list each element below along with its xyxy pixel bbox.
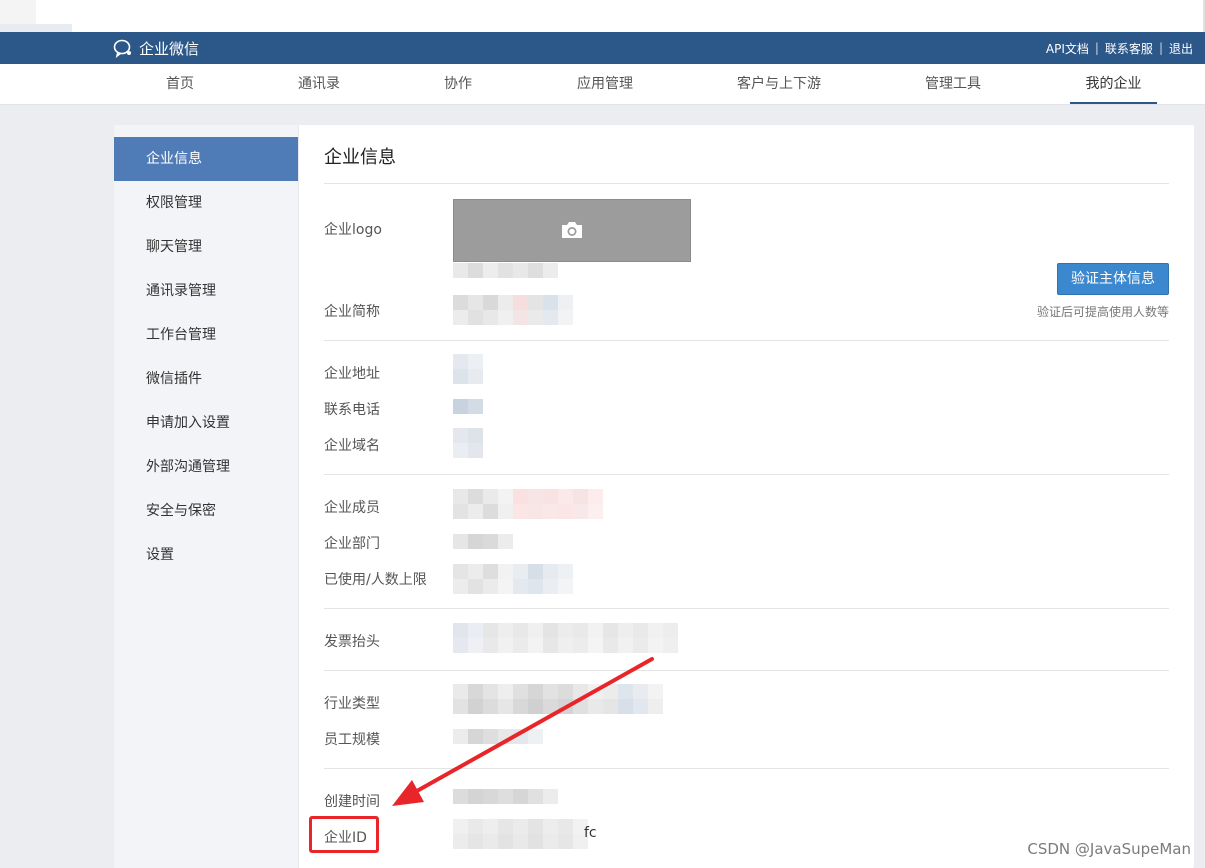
redacted-address [453, 354, 483, 384]
divider [324, 340, 1169, 341]
redacted-staff-size [453, 729, 543, 744]
divider [324, 768, 1169, 769]
link-separator: | [1158, 41, 1163, 55]
top-links: API文档 | 联系客服 | 退出 [1046, 32, 1193, 64]
divider [324, 183, 1169, 184]
logo-upload[interactable] [453, 199, 691, 262]
redacted-industry [453, 684, 663, 714]
divider [324, 474, 1169, 475]
sidebar-item-chat-management[interactable]: 聊天管理 [114, 225, 298, 269]
api-docs-link[interactable]: API文档 [1046, 40, 1089, 57]
sidebar-item-settings[interactable]: 设置 [114, 533, 298, 577]
nav-my-enterprise[interactable]: 我的企业 [1070, 64, 1157, 104]
browser-tab[interactable] [0, 0, 36, 24]
verify-note: 验证后可提高使用人数等 [1036, 305, 1169, 319]
sidebar-item-external-communication[interactable]: 外部沟通管理 [114, 445, 298, 489]
corp-id-highlight-box [309, 816, 379, 853]
camera-icon [562, 222, 582, 238]
browser-strip [0, 0, 1205, 33]
redacted-short-name [453, 295, 573, 325]
redacted-used-limit [453, 564, 573, 594]
label-address: 企业地址 [324, 366, 380, 382]
nav-customers[interactable]: 客户与上下游 [728, 64, 830, 104]
nav-home[interactable]: 首页 [150, 64, 210, 104]
link-separator: | [1094, 41, 1099, 55]
wework-logo-icon [113, 39, 131, 58]
redacted-value [453, 263, 558, 278]
corp-id-suffix: fc [584, 825, 597, 841]
label-phone: 联系电话 [324, 402, 380, 418]
top-header: 企业微信 API文档 | 联系客服 | 退出 [0, 32, 1205, 64]
redacted-phone [453, 399, 483, 414]
nav-contacts[interactable]: 通讯录 [284, 64, 354, 104]
label-created-time: 创建时间 [324, 794, 380, 810]
label-departments: 企业部门 [324, 536, 380, 552]
redacted-invoice [453, 623, 678, 653]
label-domain: 企业域名 [324, 438, 380, 454]
logout-link[interactable]: 退出 [1169, 40, 1193, 57]
redacted-domain [453, 428, 483, 458]
redacted-departments [453, 534, 513, 549]
sidebar-item-workbench[interactable]: 工作台管理 [114, 313, 298, 357]
watermark: CSDN @JavaSupeMan [1027, 840, 1191, 858]
app-logo[interactable]: 企业微信 [113, 37, 199, 59]
label-industry: 行业类型 [324, 696, 380, 712]
verify-entity-button[interactable]: 验证主体信息 [1057, 263, 1169, 295]
sidebar-item-wechat-plugin[interactable]: 微信插件 [114, 357, 298, 401]
app-title: 企业微信 [139, 39, 200, 58]
page-title: 企业信息 [324, 147, 396, 168]
redacted-created-time [453, 789, 558, 804]
nav-app-management[interactable]: 应用管理 [566, 64, 644, 104]
sidebar-item-enterprise-info[interactable]: 企业信息 [114, 137, 298, 181]
label-used-limit: 已使用/人数上限 [324, 572, 427, 588]
contact-support-link[interactable]: 联系客服 [1105, 40, 1153, 57]
redacted-corp-id [453, 819, 588, 849]
redacted-members [453, 489, 603, 519]
sidebar-item-contacts-management[interactable]: 通讯录管理 [114, 269, 298, 313]
label-short-name: 企业简称 [324, 304, 380, 320]
enterprise-info-content: 企业信息 企业logo 验证主体信息 验证后可提高使用人数等 企业简称 企业地址… [324, 125, 1169, 868]
label-members: 企业成员 [324, 500, 380, 516]
divider [324, 608, 1169, 609]
nav-collaboration[interactable]: 协作 [430, 64, 486, 104]
browser-tab-underline [0, 24, 72, 32]
sidebar-item-permissions[interactable]: 权限管理 [114, 181, 298, 225]
label-logo: 企业logo [324, 222, 382, 238]
main-nav: 首页 通讯录 协作 应用管理 客户与上下游 管理工具 我的企业 [0, 64, 1205, 105]
main-panel: 企业信息 权限管理 聊天管理 通讯录管理 工作台管理 微信插件 申请加入设置 外… [114, 125, 1194, 868]
nav-management-tools[interactable]: 管理工具 [914, 64, 992, 104]
label-invoice: 发票抬头 [324, 634, 380, 650]
sidebar-item-join-settings[interactable]: 申请加入设置 [114, 401, 298, 445]
sidebar: 企业信息 权限管理 聊天管理 通讯录管理 工作台管理 微信插件 申请加入设置 外… [114, 125, 299, 868]
label-staff-size: 员工规模 [324, 732, 380, 748]
divider [324, 670, 1169, 671]
sidebar-item-security[interactable]: 安全与保密 [114, 489, 298, 533]
